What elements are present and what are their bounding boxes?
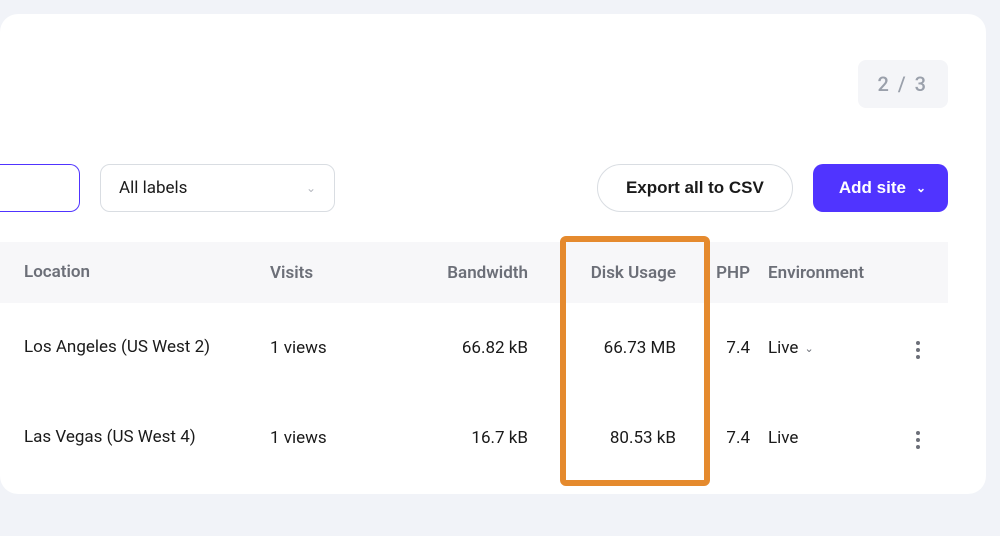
dot-icon (916, 341, 920, 345)
cell-visits: 1 views (270, 338, 398, 358)
header-env: Environment (750, 263, 888, 283)
header-visits: Visits (270, 263, 398, 283)
dot-icon (916, 431, 920, 435)
export-csv-button[interactable]: Export all to CSV (597, 164, 793, 212)
chevron-down-icon: ⌄ (916, 181, 926, 195)
env-label: Live (768, 338, 798, 358)
header-disk: Disk Usage (546, 263, 694, 283)
add-site-label: Add site (839, 178, 906, 198)
dot-icon (916, 355, 920, 359)
table-row: Las Vegas (US West 4) 1 views 16.7 kB 80… (0, 393, 948, 483)
add-site-button[interactable]: Add site ⌄ (813, 164, 948, 212)
table-row: Los Angeles (US West 2) 1 views 66.82 kB… (0, 303, 948, 393)
cell-disk: 80.53 kB (546, 428, 694, 448)
cell-bandwidth: 66.82 kB (398, 338, 546, 358)
labels-dropdown[interactable]: All labels ⌄ (100, 164, 335, 212)
cell-visits: 1 views (270, 428, 398, 448)
dot-icon (916, 438, 920, 442)
env-label: Live (768, 428, 798, 448)
toolbar: All labels ⌄ Export all to CSV Add site … (0, 164, 948, 212)
header-location: Location (0, 261, 270, 285)
table-header: Location Visits Bandwidth Disk Usage PHP… (0, 242, 948, 303)
cell-php: 7.4 (694, 338, 750, 358)
page-indicator: 2 / 3 (858, 60, 948, 108)
cell-env[interactable]: Live ⌄ (750, 338, 888, 358)
cell-location: Los Angeles (US West 2) (0, 336, 270, 360)
chevron-down-icon: ⌄ (306, 181, 316, 195)
main-card: 2 / 3 All labels ⌄ Export all to CSV Add… (0, 14, 986, 494)
header-php: PHP (694, 263, 750, 283)
header-bandwidth: Bandwidth (398, 263, 546, 283)
search-input[interactable] (0, 164, 80, 212)
row-actions-menu[interactable] (908, 423, 928, 457)
cell-bandwidth: 16.7 kB (398, 428, 546, 448)
dot-icon (916, 445, 920, 449)
chevron-down-icon: ⌄ (804, 342, 813, 355)
labels-dropdown-label: All labels (119, 178, 187, 198)
cell-location: Las Vegas (US West 4) (0, 426, 270, 450)
dot-icon (916, 348, 920, 352)
export-csv-label: Export all to CSV (626, 178, 764, 198)
cell-php: 7.4 (694, 428, 750, 448)
row-actions-menu[interactable] (908, 333, 928, 367)
sites-table: Location Visits Bandwidth Disk Usage PHP… (0, 242, 948, 483)
cell-disk: 66.73 MB (546, 338, 694, 358)
cell-env: Live (750, 428, 888, 448)
